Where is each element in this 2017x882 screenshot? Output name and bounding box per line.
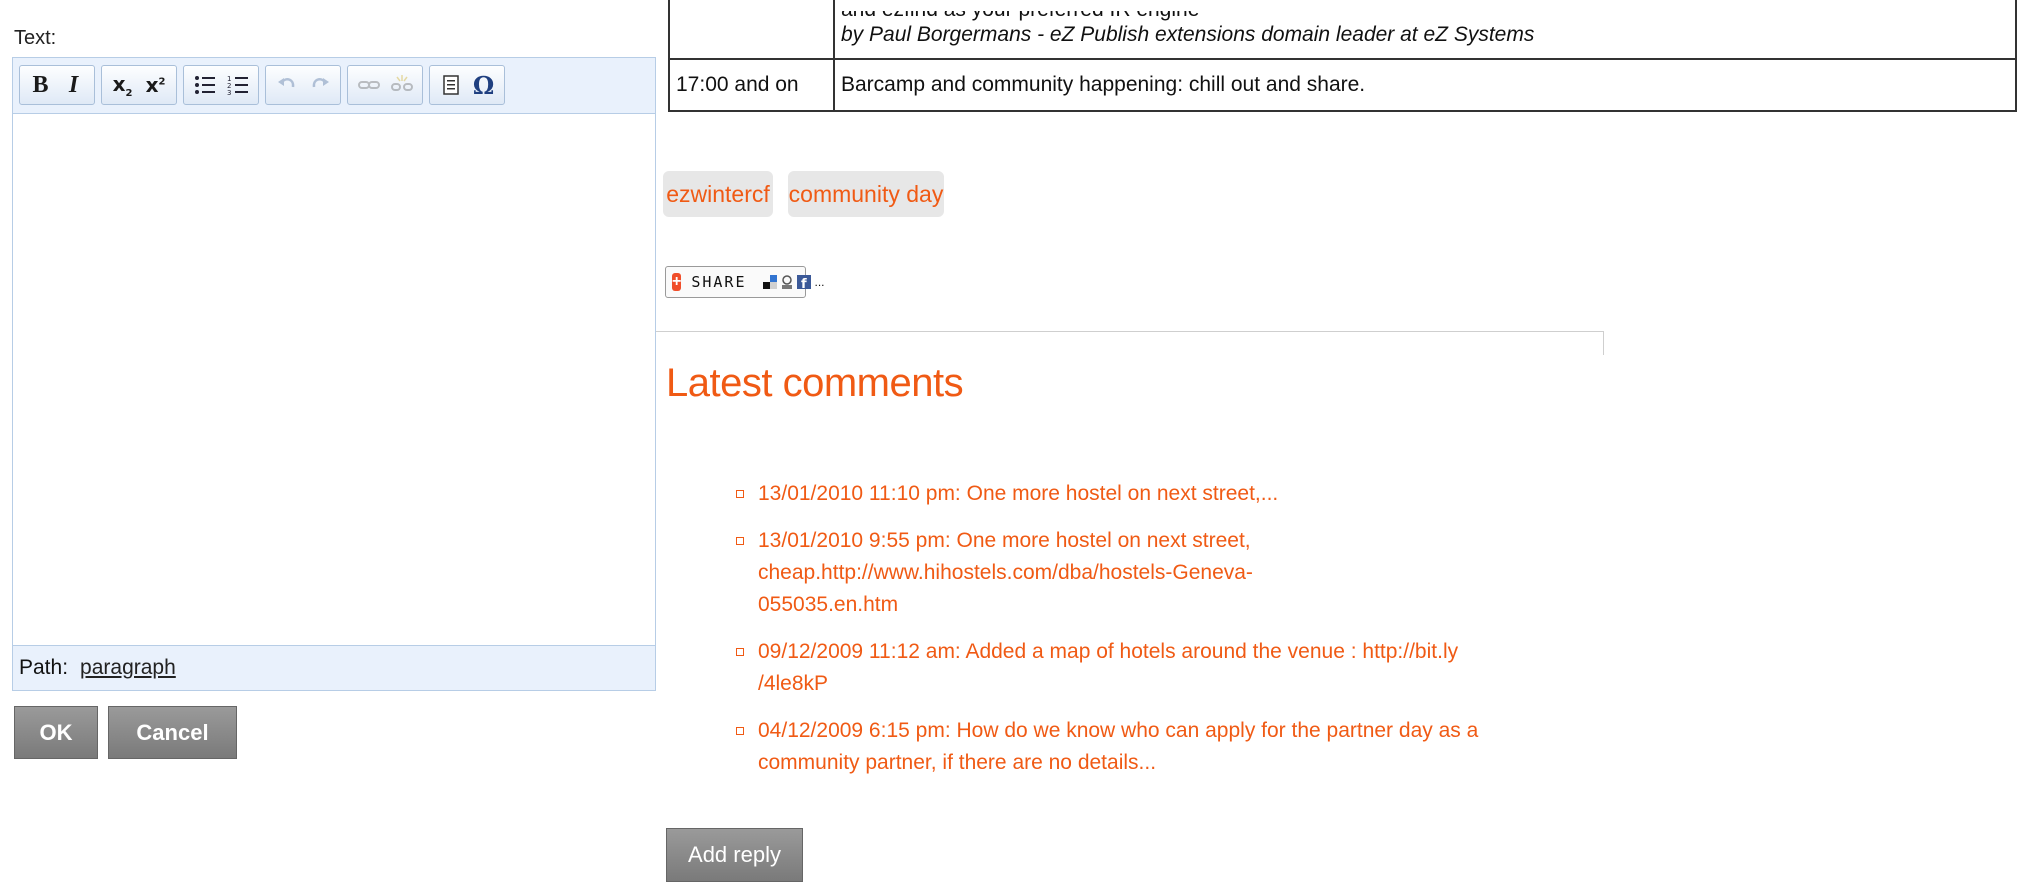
comment-item[interactable]: 13/01/2010 11:10 pm: One more hostel on …	[736, 478, 1516, 510]
tag-community-day[interactable]: community day	[788, 171, 944, 217]
talk-title-partial: and ezfind as your preferred IR engine	[841, 11, 2009, 23]
numbered-list-button[interactable]: 1 2 3	[221, 68, 254, 102]
list-group: 1 2 3	[183, 65, 259, 105]
comment-item[interactable]: 09/12/2009 11:12 am: Added a map of hote…	[736, 636, 1516, 700]
unlink-icon	[390, 75, 413, 91]
bold-button[interactable]: B	[24, 68, 57, 102]
time-cell	[668, 0, 835, 60]
svg-text:f: f	[801, 277, 807, 290]
add-reply-button[interactable]: Add reply	[666, 828, 803, 882]
bullet-square-icon	[736, 727, 744, 735]
share-button[interactable]: + SHARE f ...	[665, 266, 825, 298]
bullet-list-button[interactable]	[188, 68, 221, 102]
italic-icon: I	[68, 71, 79, 98]
comment-text: 04/12/2009 6:15 pm: How do we know who c…	[758, 719, 1479, 774]
superscript-icon: x2	[145, 73, 166, 97]
talk-cell: Barcamp and community happening: chill o…	[833, 58, 2017, 112]
redo-button[interactable]	[303, 68, 336, 102]
time-cell: 17:00 and on	[668, 58, 835, 112]
editor-content-area[interactable]	[13, 114, 655, 690]
bold-icon: B	[32, 71, 49, 98]
svg-text:3: 3	[227, 89, 231, 96]
tag-ezwintercf[interactable]: ezwintercf	[663, 171, 773, 217]
undo-icon	[277, 78, 294, 88]
talk-title-text: and ezfind as your preferred IR engine	[841, 11, 1199, 22]
bullet-square-icon	[736, 648, 744, 656]
editor-label: Text:	[14, 27, 57, 49]
editor-toolbar: B I x2 x2 1 2 3 Ω	[13, 58, 655, 114]
talk-cell: and ezfind as your preferred IR engine b…	[833, 0, 2017, 60]
bullet-square-icon	[736, 490, 744, 498]
comment-item[interactable]: 04/12/2009 6:15 pm: How do we know who c…	[736, 715, 1516, 779]
path-element-link[interactable]: paragraph	[80, 656, 176, 680]
link-icon	[357, 81, 380, 89]
link-group	[347, 65, 423, 105]
comment-text: 13/01/2010 9:55 pm: One more hostel on n…	[758, 529, 1253, 616]
share-services: f ...	[762, 274, 825, 290]
numbered-list-icon: 1 2 3	[227, 75, 248, 96]
editor-panel: Text: B I x2 x2 1 2 3 Ω Path: paragraph …	[0, 0, 656, 882]
rich-text-editor: B I x2 x2 1 2 3 Ω	[12, 57, 656, 691]
bullet-square-icon	[736, 537, 744, 545]
history-group	[265, 65, 341, 105]
comments-list: 13/01/2010 11:10 pm: One more hostel on …	[736, 478, 1516, 794]
share-more: ...	[814, 275, 825, 289]
bullet-list-icon	[194, 76, 215, 94]
comment-item[interactable]: 13/01/2010 9:55 pm: One more hostel on n…	[736, 525, 1516, 621]
italic-button[interactable]: I	[57, 68, 90, 102]
schedule-table: and ezfind as your preferred IR engine b…	[668, 0, 2017, 112]
undo-button[interactable]	[270, 68, 303, 102]
facebook-icon: f	[796, 275, 811, 290]
paste-text-button[interactable]	[434, 68, 467, 102]
latest-comments-title: Latest comments	[666, 361, 964, 405]
cancel-button[interactable]: Cancel	[108, 706, 237, 759]
comment-text: 09/12/2009 11:12 am: Added a map of hote…	[758, 640, 1459, 695]
digg-icon	[781, 275, 792, 289]
omega-icon: Ω	[472, 70, 495, 100]
addthis-plus-icon: +	[672, 273, 682, 291]
redo-icon	[312, 78, 329, 88]
comment-text: 13/01/2010 11:10 pm: One more hostel on …	[758, 482, 1279, 505]
special-char-button[interactable]: Ω	[467, 68, 500, 102]
table-row: and ezfind as your preferred IR engine b…	[668, 0, 2017, 60]
content-panel: and ezfind as your preferred IR engine b…	[656, 0, 2017, 882]
section-divider	[656, 331, 1604, 355]
path-label: Path:	[19, 656, 69, 679]
subscript-icon: x2	[112, 71, 133, 99]
ok-button[interactable]: OK	[14, 706, 98, 759]
speaker-line: by Paul Borgermans - eZ Publish extensio…	[841, 23, 1535, 46]
link-button[interactable]	[352, 68, 385, 102]
script-group: x2 x2	[101, 65, 177, 105]
insert-group: Ω	[429, 65, 505, 105]
delicious-icon	[762, 275, 777, 289]
share-label: SHARE	[691, 273, 747, 291]
paste-text-icon	[442, 75, 459, 95]
superscript-button[interactable]: x2	[139, 68, 172, 102]
format-group: B I	[19, 65, 95, 105]
unlink-button[interactable]	[385, 68, 418, 102]
table-row: 17:00 and on Barcamp and community happe…	[668, 58, 2017, 112]
path-bar: Path: paragraph	[12, 645, 656, 691]
subscript-button[interactable]: x2	[106, 68, 139, 102]
